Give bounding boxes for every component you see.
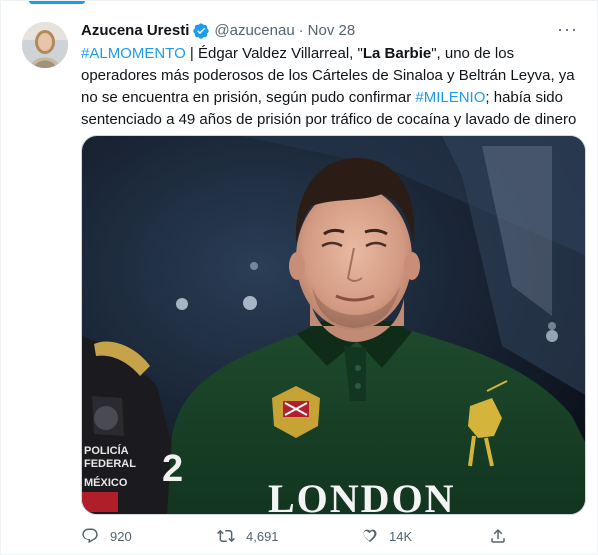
sleeve-number: 2 — [162, 448, 183, 490]
police-badge-text: POLICÍA — [84, 444, 129, 457]
hashtag-link[interactable]: #MILENIO — [415, 89, 485, 106]
shirt-text: LONDON — [268, 476, 456, 515]
police-badge-text: FEDERAL — [84, 458, 136, 470]
reply-count: 920 — [110, 528, 132, 544]
tweet-text-part: | Édgar Valdez Villarreal, " — [185, 45, 363, 62]
author-name[interactable]: Azucena Uresti — [81, 22, 189, 40]
top-strip — [0, 0, 598, 6]
share-icon — [491, 528, 505, 543]
retweet-count: 4,691 — [246, 528, 279, 544]
tweet-text: #ALMOMENTO | Édgar Valdez Villarreal, "L… — [81, 43, 581, 131]
retweet-icon — [217, 529, 235, 543]
author-handle[interactable]: @azucenau — [214, 22, 294, 40]
active-tab-indicator — [29, 0, 85, 4]
tweet-text-bold: La Barbie — [362, 45, 432, 62]
tweet-actions: 920 4,691 14K — [81, 523, 586, 549]
more-icon[interactable]: ··· — [557, 20, 578, 38]
reply-icon — [82, 528, 98, 544]
avatar-image — [22, 22, 68, 68]
share-button[interactable] — [489, 523, 518, 549]
police-badge-text: MÉXICO — [84, 476, 128, 489]
tweet-date[interactable]: Nov 28 — [308, 22, 356, 40]
tweet-header: Azucena Uresti @azucenau · Nov 28 ··· — [81, 20, 578, 40]
like-icon — [363, 529, 377, 542]
hashtag-link[interactable]: #ALMOMENTO — [81, 45, 186, 62]
tweet-media[interactable]: POLICÍA FEDERAL MÉXICO 2 LONDON — [81, 135, 586, 515]
media-photo: POLICÍA FEDERAL MÉXICO 2 LONDON — [82, 136, 585, 515]
retweet-button[interactable]: 4,691 — [217, 523, 279, 549]
reply-button[interactable]: 920 — [81, 523, 132, 549]
separator-dot: · — [298, 22, 304, 39]
like-count: 14K — [389, 528, 413, 544]
avatar[interactable] — [22, 22, 68, 68]
verified-badge-icon — [192, 22, 210, 40]
like-button[interactable]: 14K — [360, 523, 412, 549]
